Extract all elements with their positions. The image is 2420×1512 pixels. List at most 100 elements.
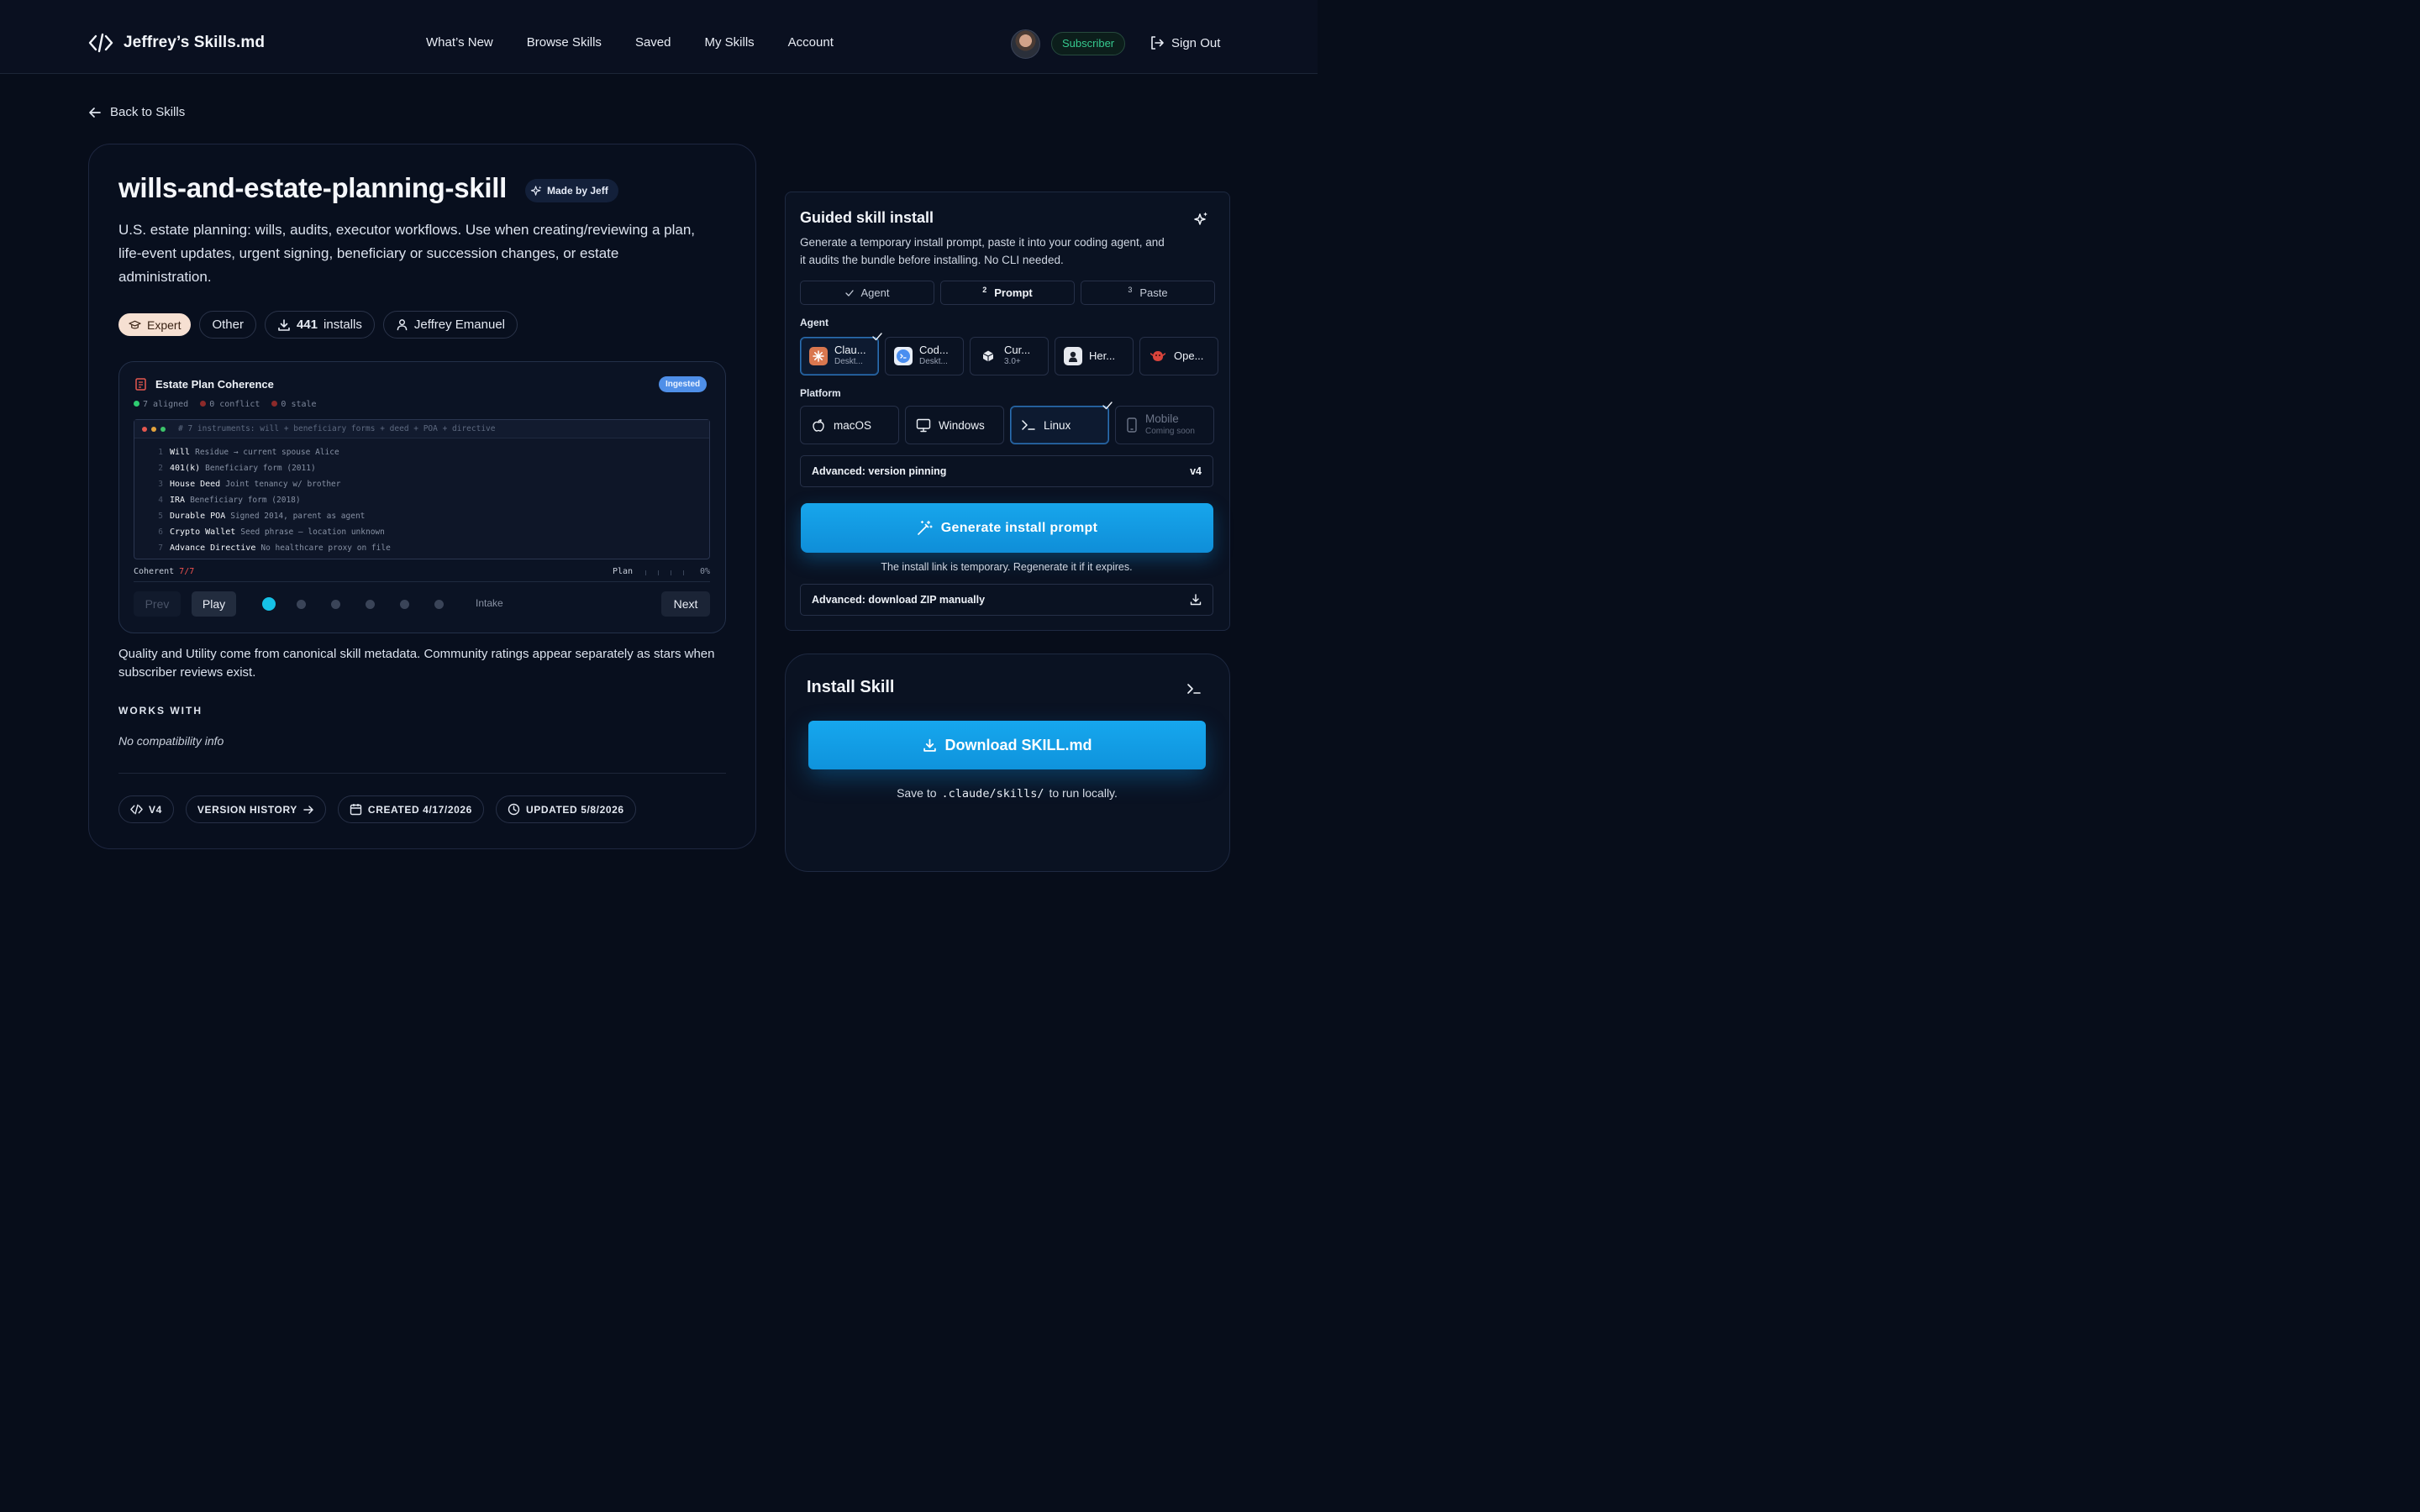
wizard-step-label: Agent bbox=[860, 286, 890, 299]
nav-saved[interactable]: Saved bbox=[635, 35, 671, 50]
generate-label: Generate install prompt bbox=[940, 520, 1098, 535]
step-dot[interactable] bbox=[297, 599, 306, 609]
plan-percent: 0% bbox=[700, 567, 711, 576]
instrument-detail: No healthcare proxy on file bbox=[260, 543, 391, 553]
wizard-step-prompt[interactable]: 2 Prompt bbox=[940, 281, 1075, 305]
conflict-dot bbox=[200, 401, 207, 407]
agent-name: Her... bbox=[1089, 350, 1116, 362]
instrument-detail: Beneficiary form (2011) bbox=[205, 464, 316, 473]
calendar-icon bbox=[350, 803, 362, 816]
prev-button[interactable]: Prev bbox=[134, 591, 181, 617]
download-icon bbox=[1190, 594, 1202, 606]
installs-tag: 441 installs bbox=[264, 311, 375, 339]
agent-option-cursor[interactable]: Cur... 3.0+ bbox=[970, 337, 1049, 375]
step-dot[interactable] bbox=[262, 597, 276, 611]
generate-install-prompt-button[interactable]: Generate install prompt bbox=[801, 503, 1213, 553]
updated-chip: UPDATED 5/8/2026 bbox=[495, 795, 636, 823]
section-divider bbox=[118, 773, 726, 774]
wizard-step-agent[interactable]: Agent bbox=[800, 281, 934, 305]
instrument-row: 6 Crypto Wallet Seed phrase — location unk… bbox=[155, 524, 709, 540]
aligned-dot bbox=[134, 401, 139, 407]
agent-option-codex[interactable]: Cod... Deskt... bbox=[885, 337, 964, 375]
instrument-row: 4 IRA Beneficiary form (2018) bbox=[155, 492, 709, 508]
nav-browse-skills[interactable]: Browse Skills bbox=[527, 35, 602, 50]
stat-aligned: 7 aligned bbox=[134, 400, 188, 409]
nav-whats-new[interactable]: What’s New bbox=[426, 35, 493, 50]
back-to-skills-link[interactable]: Back to Skills bbox=[88, 105, 185, 119]
instrument-name: IRA bbox=[170, 496, 186, 505]
works-with-heading: WORKS WITH bbox=[118, 705, 203, 717]
back-label: Back to Skills bbox=[110, 105, 186, 119]
agent-option-openclaw[interactable]: Ope... bbox=[1139, 337, 1218, 375]
sparkles-icon bbox=[530, 185, 543, 197]
agent-option-claude[interactable]: Clau... Deskt... bbox=[800, 333, 882, 375]
agent-option-hermes[interactable]: Her... bbox=[1055, 337, 1134, 375]
wizard-step-number: 3 bbox=[1128, 285, 1133, 294]
play-button[interactable]: Play bbox=[192, 591, 236, 617]
agent-name: Cod... bbox=[919, 344, 949, 356]
code-brackets-icon bbox=[88, 32, 113, 54]
platform-selector: macOS Windows Linux Mobile Coming soon bbox=[800, 402, 1214, 444]
instrument-row: 3 House Deed Joint tenancy w/ brother bbox=[155, 476, 709, 492]
platform-option-macos[interactable]: macOS bbox=[800, 406, 899, 444]
step-dot[interactable] bbox=[366, 599, 375, 609]
code-icon bbox=[130, 804, 143, 815]
skills-path: .claude/skills/ bbox=[941, 787, 1044, 801]
download-skill-button[interactable]: Download SKILL.md bbox=[808, 721, 1206, 769]
level-tag: Expert bbox=[118, 313, 192, 336]
graduation-cap-icon bbox=[129, 319, 141, 331]
line-number: 4 bbox=[158, 496, 163, 505]
updated-label: UPDATED 5/8/2026 bbox=[525, 803, 624, 816]
save-location-note: Save to .claude/skills/to run locally. bbox=[897, 786, 1118, 801]
next-button[interactable]: Next bbox=[661, 591, 710, 617]
platform-name: macOS bbox=[834, 418, 872, 432]
platform-name: Linux bbox=[1044, 418, 1071, 432]
sign-out-button[interactable]: Sign Out bbox=[1150, 35, 1220, 50]
instrument-detail: Beneficiary form (2018) bbox=[190, 496, 301, 505]
instrument-detail: Joint tenancy w/ brother bbox=[225, 480, 341, 489]
step-dot[interactable] bbox=[434, 599, 444, 609]
author-tag[interactable]: Jeffrey Emanuel bbox=[382, 311, 518, 339]
download-zip-toggle[interactable]: Advanced: download ZIP manually bbox=[800, 584, 1213, 616]
selected-check-icon bbox=[1102, 402, 1113, 410]
platform-option-linux[interactable]: Linux bbox=[1010, 402, 1113, 444]
checkmark-icon bbox=[844, 289, 854, 297]
nav-my-skills[interactable]: My Skills bbox=[704, 35, 754, 50]
sign-out-icon bbox=[1150, 35, 1165, 50]
stat-conflict: 0 conflict bbox=[200, 400, 260, 409]
category-tag[interactable]: Other bbox=[199, 311, 256, 339]
agent-sub: Deskt... bbox=[834, 357, 863, 366]
version-pinning-label: Advanced: version pinning bbox=[812, 465, 947, 477]
codex-icon bbox=[894, 347, 913, 365]
top-navigation: Jeffrey’s Skills.md What’s New Browse Sk… bbox=[0, 0, 1318, 74]
meta-chips: V4 VERSION HISTORY CREATED 4/17/2026 UPD… bbox=[118, 795, 636, 823]
nav-account[interactable]: Account bbox=[788, 35, 834, 50]
step-dot[interactable] bbox=[400, 599, 409, 609]
line-number: 6 bbox=[158, 528, 163, 537]
version-label: V4 bbox=[149, 803, 162, 816]
made-by-label: Made by Jeff bbox=[547, 185, 608, 197]
demo-divider bbox=[134, 581, 710, 582]
author-name: Jeffrey Emanuel bbox=[413, 318, 505, 332]
wizard-step-label: Prompt bbox=[994, 286, 1033, 299]
step-label: Intake bbox=[476, 597, 503, 609]
apple-icon bbox=[811, 417, 826, 433]
brand[interactable]: Jeffrey’s Skills.md bbox=[88, 32, 265, 54]
wizard-step-paste[interactable]: 3 Paste bbox=[1081, 281, 1215, 305]
coherent-value: 7/7 bbox=[179, 567, 195, 576]
document-icon bbox=[135, 378, 146, 391]
avatar[interactable] bbox=[1011, 29, 1040, 59]
wizard-step-label: Paste bbox=[1139, 286, 1168, 299]
platform-option-windows[interactable]: Windows bbox=[905, 406, 1004, 444]
step-dot[interactable] bbox=[331, 599, 340, 609]
version-pinning-toggle[interactable]: Advanced: version pinning v4 bbox=[800, 455, 1213, 487]
platform-name: Mobile bbox=[1145, 412, 1179, 425]
instrument-detail: Signed 2014, parent as agent bbox=[230, 512, 366, 521]
ingested-badge: Ingested bbox=[659, 376, 708, 392]
terminal-icon bbox=[1186, 682, 1202, 696]
version-history-link[interactable]: VERSION HISTORY bbox=[185, 795, 326, 823]
line-number: 7 bbox=[158, 543, 163, 553]
magic-wand-icon bbox=[917, 520, 933, 536]
agent-section-label: Agent bbox=[800, 317, 829, 328]
hermes-icon bbox=[1064, 347, 1082, 365]
